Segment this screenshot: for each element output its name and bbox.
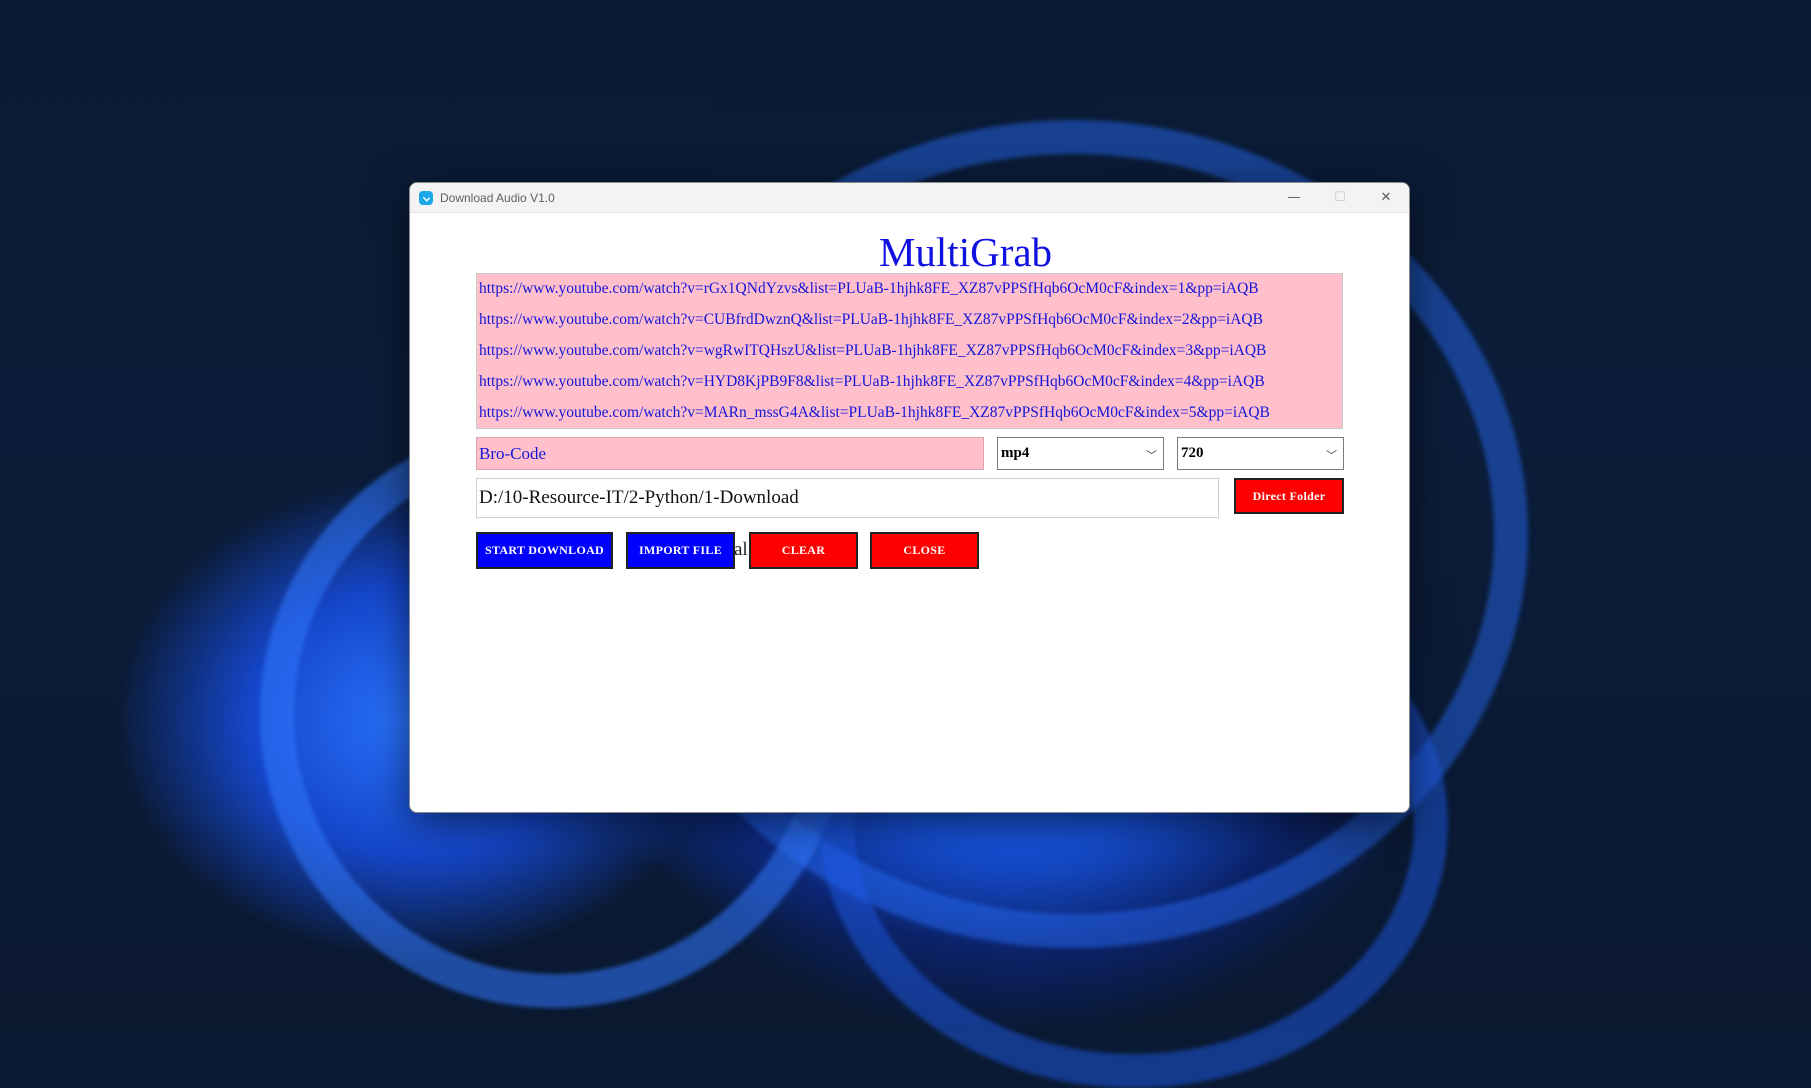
url-line: https://www.youtube.com/watch?v=MARn_mss…: [479, 404, 1270, 421]
maximize-button[interactable]: ☐: [1317, 183, 1363, 212]
app-window: Download Audio V1.0 — ☐ ✕ MultiGrab http…: [409, 182, 1410, 813]
url-line: https://www.youtube.com/watch?v=HYD8KjPB…: [479, 373, 1265, 390]
download-icon: [419, 190, 433, 205]
app-heading-text: MultiGrab: [878, 229, 1053, 275]
app-heading: MultiGrab: [410, 228, 1409, 276]
obscured-label: al: [734, 539, 748, 560]
format-select[interactable]: mp4 ﹀: [997, 437, 1164, 470]
url-textarea[interactable]: https://www.youtube.com/watch?v=rGx1QNdY…: [476, 273, 1343, 429]
url-line: https://www.youtube.com/watch?v=CUBfrdDw…: [479, 311, 1263, 328]
close-button[interactable]: CLOSE: [870, 532, 979, 569]
minimize-button[interactable]: —: [1271, 183, 1317, 212]
window-title: Download Audio V1.0: [440, 190, 555, 205]
quality-select[interactable]: 720 ﹀: [1177, 437, 1344, 470]
quality-value: 720: [1181, 445, 1204, 461]
direct-folder-button[interactable]: Direct Folder: [1234, 478, 1344, 514]
format-value: mp4: [1001, 445, 1030, 461]
import-file-button[interactable]: IMPORT FILE: [626, 532, 735, 569]
start-download-button[interactable]: START DOWNLOAD: [476, 532, 613, 569]
window-controls: — ☐ ✕: [1271, 183, 1409, 212]
title-bar[interactable]: Download Audio V1.0 — ☐ ✕: [410, 183, 1409, 213]
url-line: https://www.youtube.com/watch?v=wgRwITQH…: [479, 342, 1267, 359]
chevron-down-icon: ﹀: [1326, 450, 1337, 462]
chevron-down-icon: ﹀: [1146, 450, 1157, 462]
folder-name-input[interactable]: [476, 437, 984, 470]
url-line: https://www.youtube.com/watch?v=rGx1QNdY…: [479, 280, 1259, 297]
clear-button[interactable]: CLEAR: [749, 532, 858, 569]
download-path-input[interactable]: [476, 478, 1219, 518]
close-window-button[interactable]: ✕: [1363, 183, 1409, 212]
